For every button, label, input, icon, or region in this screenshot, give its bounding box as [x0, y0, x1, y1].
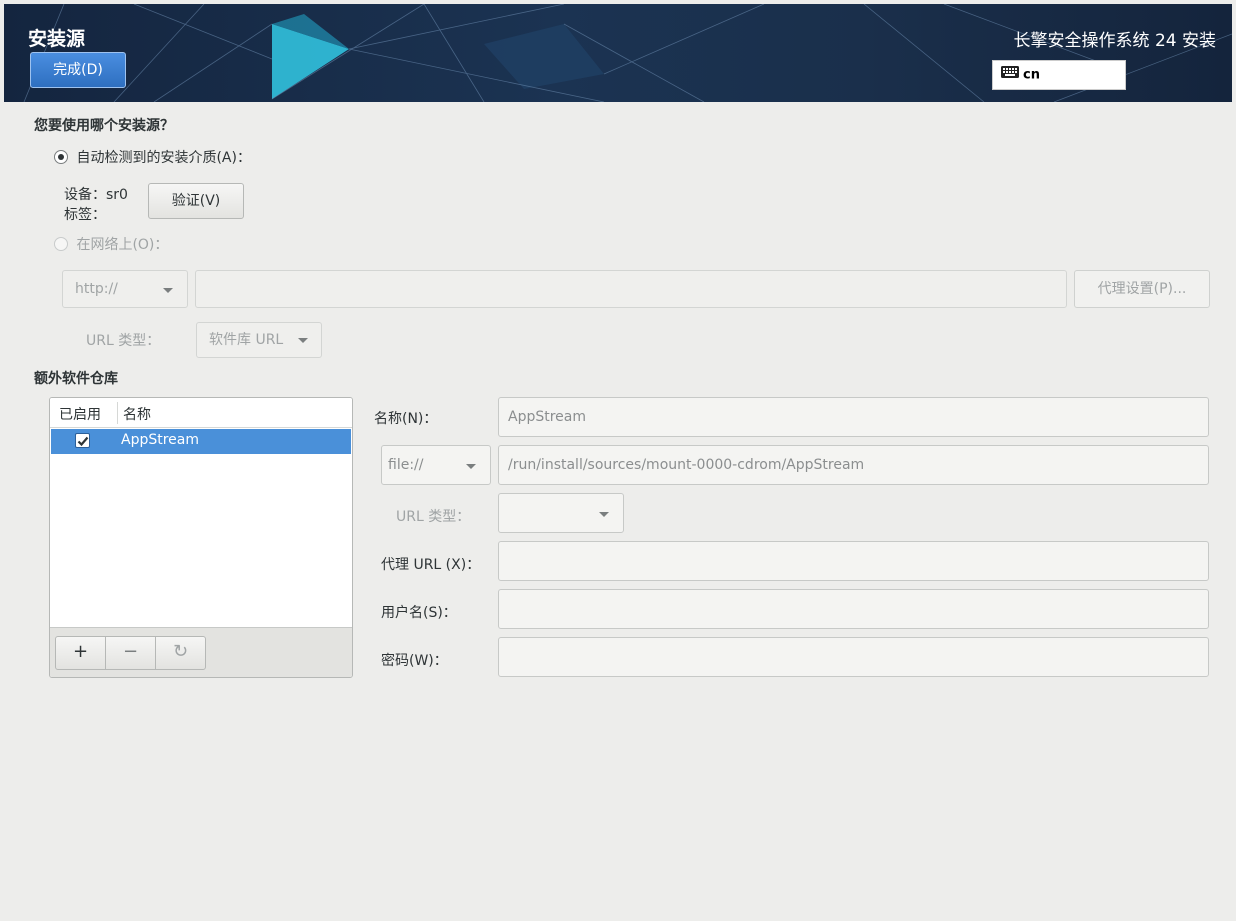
repo-name-label: 名称(N)：: [374, 411, 438, 427]
repo-password-label: 密码(W)：: [381, 653, 448, 669]
repo-username-input[interactable]: [498, 589, 1209, 629]
network-protocol-value: http://: [75, 281, 118, 297]
chevron-down-icon: [466, 464, 476, 469]
url-type-select[interactable]: 软件库 URL: [196, 322, 322, 358]
proxy-settings-button[interactable]: 代理设置(P)...: [1074, 270, 1210, 308]
network-label: 在网络上(O)：: [76, 237, 169, 253]
refresh-icon: ↻: [172, 641, 189, 662]
repo-password-input[interactable]: [498, 637, 1209, 677]
keyboard-icon: [1001, 61, 1019, 89]
repo-url-type-label: URL 类型：: [396, 509, 471, 525]
repo-username-label: 用户名(S)：: [381, 605, 457, 621]
auto-detect-option[interactable]: 自动检测到的安装介质(A)：: [54, 147, 251, 167]
chevron-down-icon: [163, 288, 173, 293]
col-enabled-header[interactable]: 已启用: [59, 404, 101, 424]
tag-label: 标签：: [64, 207, 106, 223]
repo-proxy-url-label: 代理 URL (X)：: [381, 557, 481, 573]
repo-name: AppStream: [121, 432, 200, 448]
product-title: 长擎安全操作系统 24 安装: [1013, 31, 1216, 51]
repo-url-input[interactable]: /run/install/sources/mount-0000-cdrom/Ap…: [498, 445, 1209, 485]
repo-protocol-value: file://: [388, 457, 424, 473]
auto-detect-label: 自动检测到的安装介质(A)：: [76, 150, 251, 166]
network-option[interactable]: 在网络上(O)：: [54, 234, 168, 254]
remove-repo-button[interactable]: −: [105, 636, 156, 670]
repo-protocol-select[interactable]: file://: [381, 445, 491, 485]
network-protocol-select[interactable]: http://: [62, 270, 188, 308]
repo-list-item[interactable]: AppStream: [51, 429, 351, 454]
network-radio[interactable]: [54, 237, 68, 251]
col-name-header[interactable]: 名称: [123, 404, 151, 424]
spoke-title: 安装源: [28, 28, 86, 50]
verify-button[interactable]: 验证(V): [148, 183, 244, 219]
url-type-value: 软件库 URL: [209, 332, 284, 348]
column-divider: [117, 402, 118, 424]
done-button[interactable]: 完成(D): [30, 52, 126, 88]
reset-repos-button[interactable]: ↻: [155, 636, 206, 670]
repo-list-toolbar: + − ↻: [50, 627, 352, 677]
header-bar: 安装源 完成(D) 长擎安全操作系统 24 安装 cn: [4, 4, 1232, 102]
repo-list-header: 已启用 名称: [50, 398, 352, 428]
repo-list-panel: 已启用 名称 AppStream + − ↻: [49, 397, 353, 678]
repo-name-input[interactable]: AppStream: [498, 397, 1209, 437]
add-repo-button[interactable]: +: [55, 636, 106, 670]
auto-detect-radio[interactable]: [54, 150, 68, 164]
source-question-heading: 您要使用哪个安装源？: [34, 118, 174, 134]
repo-url-type-select[interactable]: [498, 493, 624, 533]
url-type-label: URL 类型：: [86, 333, 161, 349]
keyboard-layout-label: cn: [1023, 67, 1040, 83]
content-area: 您要使用哪个安装源？ 自动检测到的安装介质(A)： 设备：sr0 标签： 验证(…: [4, 102, 1232, 921]
chevron-down-icon: [298, 338, 308, 343]
chevron-down-icon: [599, 512, 609, 517]
device-label: 设备：sr0: [64, 187, 128, 203]
keyboard-layout-indicator[interactable]: cn: [992, 60, 1126, 90]
repo-enabled-checkbox[interactable]: [75, 433, 90, 448]
checkmark-icon: [77, 436, 89, 447]
extra-repos-heading: 额外软件仓库: [34, 371, 118, 387]
repo-proxy-url-input[interactable]: [498, 541, 1209, 581]
network-url-input[interactable]: [195, 270, 1067, 308]
